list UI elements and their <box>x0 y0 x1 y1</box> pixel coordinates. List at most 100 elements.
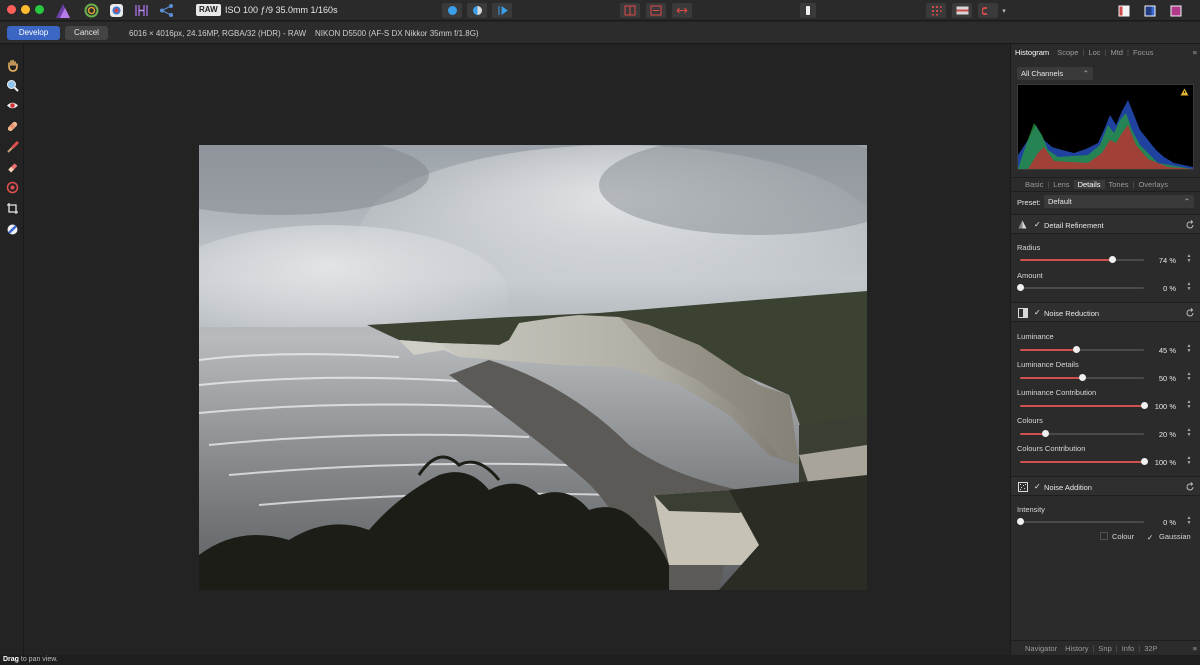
intensity-slider[interactable] <box>1017 518 1144 525</box>
grid-overlay-icon[interactable] <box>926 3 946 18</box>
affinity-photo-logo-icon[interactable] <box>54 2 71 19</box>
mirror-view-icon[interactable] <box>646 3 666 18</box>
reset-icon[interactable] <box>1185 308 1195 318</box>
view-hand-tool-icon[interactable] <box>4 57 20 73</box>
radius-stepper-icon[interactable]: ▲ ▼ <box>1186 254 1192 264</box>
exif-summary: ISO 100 ƒ/9 35.0mm 1/160s <box>225 5 338 15</box>
crop-tool-icon[interactable] <box>4 200 20 216</box>
snapping-magnet-icon[interactable] <box>978 3 998 18</box>
luminance-contribution-value[interactable]: 100 % <box>1138 402 1176 411</box>
overlay-gradient-tool-icon[interactable] <box>4 179 20 195</box>
detail-refinement-checkbox[interactable]: ✓ <box>1034 221 1042 229</box>
tab-history[interactable]: History <box>1061 644 1092 653</box>
luminance-slider[interactable] <box>1020 346 1144 353</box>
intensity-value[interactable]: 0 % <box>1138 518 1176 527</box>
intensity-slider-handle[interactable] <box>1017 518 1024 525</box>
tab-loc[interactable]: Loc <box>1084 48 1104 57</box>
develop-button[interactable]: Develop <box>7 26 60 40</box>
export-persona-icon[interactable] <box>158 2 175 19</box>
luminance-details-slider[interactable] <box>1020 374 1144 381</box>
radius-value[interactable]: 74 % <box>1138 256 1176 265</box>
luminance-label: Luminance <box>1017 332 1054 341</box>
radius-slider[interactable] <box>1020 256 1144 263</box>
preset-select-value: Default <box>1048 197 1072 206</box>
tab-focus[interactable]: Focus <box>1129 48 1157 57</box>
tab-info[interactable]: Info <box>1118 644 1139 653</box>
develop-persona-tabs: Basic | Lens Details Tones | Overlays <box>1011 177 1200 192</box>
blemish-removal-tool-icon[interactable] <box>4 118 20 134</box>
radius-slider-handle[interactable] <box>1108 256 1116 263</box>
zoom-tool-icon[interactable] <box>4 77 20 93</box>
zoom-window-button[interactable] <box>35 5 44 14</box>
luminance-details-stepper-icon[interactable]: ▲ ▼ <box>1186 372 1192 382</box>
noise-addition-checkbox[interactable]: ✓ <box>1034 483 1042 491</box>
colour-checkbox[interactable] <box>1100 532 1108 540</box>
overlay-erase-tool-icon[interactable] <box>4 159 20 175</box>
colour-checkbox-row[interactable]: Colour <box>1100 532 1134 541</box>
tab-navigator[interactable]: Navigator <box>1011 644 1061 653</box>
snapping-dropdown-chevron-icon[interactable]: ▾ <box>999 3 1009 18</box>
gaussian-checkbox[interactable]: ✓ <box>1147 533 1155 542</box>
amount-slider[interactable] <box>1017 284 1144 291</box>
tab-basic[interactable]: Basic <box>1011 180 1047 189</box>
overlay-paint-tool-icon[interactable] <box>4 139 20 155</box>
colours-value[interactable]: 20 % <box>1138 430 1176 439</box>
cancel-button[interactable]: Cancel <box>65 26 108 40</box>
panel-menu-icon[interactable]: ≡ <box>1189 48 1200 57</box>
luminance-stepper-icon[interactable]: ▲ ▼ <box>1186 344 1192 354</box>
channel-select[interactable]: All Channels ⌃ <box>1017 67 1093 80</box>
status-hint-text: to pan view. <box>18 656 58 663</box>
close-window-button[interactable] <box>7 5 16 14</box>
colours-slider-handle[interactable] <box>1041 430 1049 437</box>
intensity-stepper-icon[interactable]: ▲ ▼ <box>1186 516 1192 526</box>
clipping-shadows-icon[interactable] <box>492 3 512 18</box>
swap-view-icon[interactable] <box>672 3 692 18</box>
studio-both-icon[interactable] <box>1166 3 1186 18</box>
document-canvas[interactable] <box>25 44 1009 655</box>
colours-slider[interactable] <box>1020 430 1144 437</box>
toggle-overlay-icon[interactable] <box>952 3 972 18</box>
tab-32p[interactable]: 32P <box>1140 644 1161 653</box>
amount-value[interactable]: 0 % <box>1138 284 1176 293</box>
luminance-contribution-slider[interactable] <box>1020 402 1148 409</box>
luminance-value[interactable]: 45 % <box>1138 346 1176 355</box>
amount-slider-handle[interactable] <box>1017 284 1024 291</box>
tone-mapping-persona-icon[interactable] <box>133 2 150 19</box>
tab-histogram[interactable]: Histogram <box>1011 48 1053 57</box>
red-eye-tool-icon[interactable] <box>4 97 20 113</box>
amount-stepper-icon[interactable]: ▲ ▼ <box>1186 282 1192 292</box>
luminance-details-slider-handle[interactable] <box>1079 374 1086 381</box>
tab-overlays[interactable]: Overlays <box>1134 180 1172 189</box>
tab-details[interactable]: Details <box>1073 180 1105 189</box>
assistant-icon[interactable] <box>800 3 816 18</box>
colours-contribution-slider[interactable] <box>1020 458 1148 465</box>
tab-lens[interactable]: Lens <box>1049 180 1073 189</box>
preset-select[interactable]: Default ⌃ <box>1044 195 1194 208</box>
luminance-contribution-label: Luminance Contribution <box>1017 388 1097 397</box>
tab-mtd[interactable]: Mtd <box>1106 48 1127 57</box>
intensity-label: Intensity <box>1017 505 1045 514</box>
reset-icon[interactable] <box>1185 482 1195 492</box>
tab-scope[interactable]: Scope <box>1053 48 1082 57</box>
studio-left-icon[interactable] <box>1114 3 1134 18</box>
gaussian-checkbox-row[interactable]: ✓ Gaussian <box>1147 532 1191 542</box>
split-view-icon[interactable] <box>620 3 640 18</box>
develop-persona-icon[interactable] <box>108 2 125 19</box>
colours-contribution-stepper-icon[interactable]: ▲ ▼ <box>1186 456 1192 466</box>
minimize-window-button[interactable] <box>21 5 30 14</box>
clipping-highlights-icon[interactable] <box>442 3 462 18</box>
luminance-contribution-stepper-icon[interactable]: ▲ ▼ <box>1186 400 1192 410</box>
tab-snapshots[interactable]: Snp <box>1094 644 1115 653</box>
tab-tones[interactable]: Tones <box>1105 180 1133 189</box>
noise-reduction-checkbox[interactable]: ✓ <box>1034 309 1042 317</box>
colours-stepper-icon[interactable]: ▲ ▼ <box>1186 428 1192 438</box>
liquify-persona-icon[interactable] <box>83 2 100 19</box>
luminance-slider-handle[interactable] <box>1072 346 1080 353</box>
white-balance-tool-icon[interactable] <box>4 221 20 237</box>
clipping-midtones-icon[interactable] <box>467 3 487 18</box>
colours-contribution-value[interactable]: 100 % <box>1138 458 1176 467</box>
reset-icon[interactable] <box>1185 220 1195 230</box>
panel-menu-icon[interactable]: ≡ <box>1189 644 1200 653</box>
studio-right-icon[interactable] <box>1140 3 1160 18</box>
luminance-details-value[interactable]: 50 % <box>1138 374 1176 383</box>
